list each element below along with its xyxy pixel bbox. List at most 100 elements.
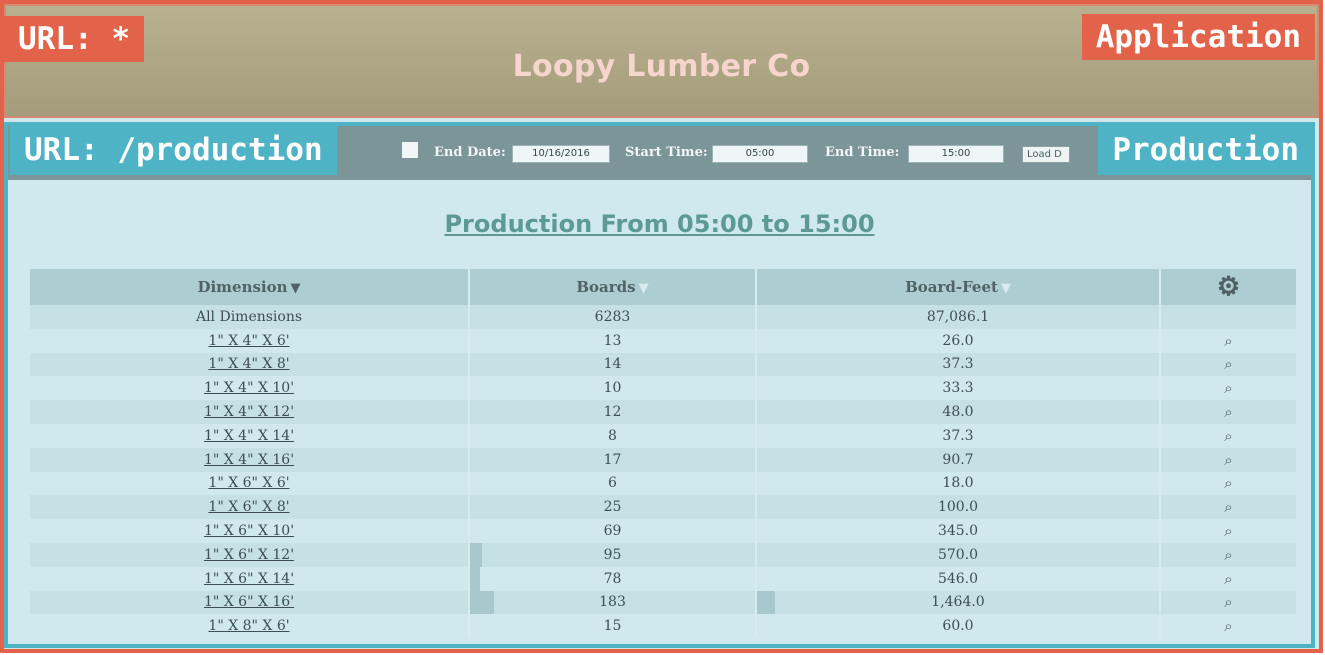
end-date-label: End Date: — [434, 145, 506, 160]
dimension-link[interactable]: 1" X 8" X 6' — [208, 618, 289, 634]
dimension-link[interactable]: 1" X 6" X 14' — [204, 571, 294, 587]
dimension-link[interactable]: 1" X 4" X 14' — [204, 428, 294, 444]
cell-dimension: 1" X 6" X 16' — [30, 590, 470, 615]
magnifier-icon[interactable]: ⌕ — [1224, 451, 1232, 469]
cell-dimension: 1" X 4" X 10' — [30, 376, 470, 401]
dimension-link[interactable]: 1" X 4" X 10' — [204, 380, 294, 396]
column-header-boards[interactable]: Boards ▼ — [470, 269, 757, 305]
cell-dimension: 1" X 8" X 6' — [30, 614, 470, 639]
magnifier-icon[interactable]: ⌕ — [1224, 427, 1232, 445]
toolbar-checkbox[interactable] — [402, 142, 418, 158]
boards-value: 14 — [603, 356, 622, 373]
board-feet-value: 90.7 — [942, 451, 974, 468]
dimension-link[interactable]: 1" X 4" X 16' — [204, 452, 294, 468]
board-feet-value: 1,464.0 — [931, 594, 985, 611]
table-row: 1" X 4" X 6' 13 26.0 ⌕ — [30, 328, 1296, 353]
cell-board-feet: 90.7 — [757, 447, 1161, 472]
dimension-link[interactable]: 1" X 6" X 16' — [204, 594, 294, 610]
boards-value: 8 — [608, 427, 617, 444]
cell-dimension: All Dimensions — [30, 305, 470, 329]
boards-value: 15 — [603, 618, 622, 635]
cell-dimension: 1" X 4" X 8' — [30, 352, 470, 377]
dimension-link[interactable]: 1" X 4" X 12' — [204, 404, 294, 420]
cell-actions — [1161, 305, 1296, 329]
start-time-label: Start Time: — [625, 145, 708, 160]
cell-actions: ⌕ — [1161, 328, 1296, 353]
cell-boards: 13 — [470, 328, 757, 353]
magnifier-icon[interactable]: ⌕ — [1224, 403, 1232, 421]
magnifier-icon[interactable]: ⌕ — [1224, 498, 1232, 516]
magnifier-icon[interactable]: ⌕ — [1224, 355, 1232, 373]
dimension-link[interactable]: 1" X 6" X 6' — [208, 475, 289, 491]
report-title[interactable]: Production From 05:00 to 15:00 — [8, 210, 1311, 238]
dimension-link[interactable]: 1" X 6" X 12' — [204, 547, 294, 563]
magnifier-icon[interactable]: ⌕ — [1224, 379, 1232, 397]
column-header-dimension[interactable]: Dimension ▼ — [30, 269, 470, 305]
boards-value: 6283 — [594, 308, 631, 325]
magnifier-icon[interactable]: ⌕ — [1224, 617, 1232, 635]
cell-boards: 25 — [470, 495, 757, 520]
production-frame: End Date: 10/16/2016 Start Time: 05:00 E… — [4, 122, 1315, 648]
cell-dimension: 1" X 6" X 14' — [30, 566, 470, 591]
cell-board-feet: 345.0 — [757, 519, 1161, 543]
cell-actions: ⌕ — [1161, 423, 1296, 448]
cell-dimension: 1" X 6" X 6' — [30, 471, 470, 496]
table-row: 1" X 6" X 14' 78 546.0 ⌕ — [30, 566, 1296, 591]
table-row: 1" X 6" X 16' 183 1,464.0 ⌕ — [30, 590, 1296, 615]
annotation-url-production: URL: /production — [10, 125, 337, 175]
table-row: 1" X 6" X 8' 25 100.0 ⌕ — [30, 495, 1296, 520]
column-header-board-feet[interactable]: Board-Feet ▼ — [757, 269, 1161, 305]
boards-value: 95 — [603, 546, 622, 563]
settings-header[interactable]: ⚙ — [1161, 269, 1296, 305]
load-data-button[interactable]: Load D — [1022, 146, 1070, 163]
sort-icon: ▼ — [1000, 281, 1011, 296]
magnifier-icon[interactable]: ⌕ — [1224, 593, 1232, 611]
dimension-link[interactable]: 1" X 6" X 10' — [204, 523, 294, 539]
cell-boards: 17 — [470, 447, 757, 472]
cell-dimension: 1" X 6" X 12' — [30, 542, 470, 567]
magnifier-icon[interactable]: ⌕ — [1224, 474, 1232, 492]
table-header-row: Dimension ▼ Boards ▼ Board-Feet ▼ ⚙ — [30, 269, 1296, 305]
boards-bar — [470, 566, 481, 591]
cell-boards: 69 — [470, 519, 757, 543]
board-feet-value: 26.0 — [942, 332, 974, 349]
cell-boards: 15 — [470, 614, 757, 639]
cell-actions: ⌕ — [1161, 542, 1296, 567]
cell-dimension: 1" X 4" X 14' — [30, 423, 470, 448]
cell-board-feet: 546.0 — [757, 566, 1161, 591]
cell-boards: 8 — [470, 423, 757, 448]
dimension-link[interactable]: 1" X 4" X 6' — [208, 333, 289, 349]
cell-boards: 183 — [470, 590, 757, 615]
table-row: 1" X 6" X 6' 6 18.0 ⌕ — [30, 471, 1296, 496]
magnifier-icon[interactable]: ⌕ — [1224, 522, 1232, 540]
table-body: All Dimensions 6283 87,086.1 1" X 4" X 6' 13… — [30, 305, 1296, 639]
dimension-label: All Dimensions — [195, 308, 303, 325]
board-feet-value: 100.0 — [937, 499, 979, 516]
dimension-link[interactable]: 1" X 4" X 8' — [208, 356, 289, 372]
start-time-input[interactable]: 05:00 — [712, 145, 808, 163]
cell-boards: 78 — [470, 566, 757, 591]
board-feet-value: 37.3 — [942, 427, 974, 444]
cell-dimension: 1" X 6" X 10' — [30, 519, 470, 543]
boards-value: 69 — [603, 523, 622, 540]
board-feet-value: 37.3 — [942, 356, 974, 373]
table-row: 1" X 4" X 16' 17 90.7 ⌕ — [30, 447, 1296, 472]
magnifier-icon[interactable]: ⌕ — [1224, 570, 1232, 588]
cell-actions: ⌕ — [1161, 614, 1296, 639]
board-feet-value: 48.0 — [942, 404, 974, 421]
table-row: 1" X 4" X 14' 8 37.3 ⌕ — [30, 423, 1296, 448]
end-time-input[interactable]: 15:00 — [908, 145, 1004, 163]
end-date-input[interactable]: 10/16/2016 — [512, 145, 610, 163]
cell-board-feet: 1,464.0 — [757, 590, 1161, 615]
dimension-link[interactable]: 1" X 6" X 8' — [208, 499, 289, 515]
boards-value: 78 — [603, 570, 622, 587]
boards-bar — [470, 590, 494, 615]
cell-board-feet: 18.0 — [757, 471, 1161, 496]
cell-boards: 6 — [470, 471, 757, 496]
table-row: 1" X 4" X 12' 12 48.0 ⌕ — [30, 400, 1296, 424]
magnifier-icon[interactable]: ⌕ — [1224, 332, 1232, 350]
production-table: Dimension ▼ Boards ▼ Board-Feet ▼ ⚙ All Dim… — [30, 269, 1296, 639]
magnifier-icon[interactable]: ⌕ — [1224, 546, 1232, 564]
table-row: 1" X 6" X 12' 95 570.0 ⌕ — [30, 542, 1296, 567]
gears-icon[interactable]: ⚙ — [1217, 272, 1240, 302]
